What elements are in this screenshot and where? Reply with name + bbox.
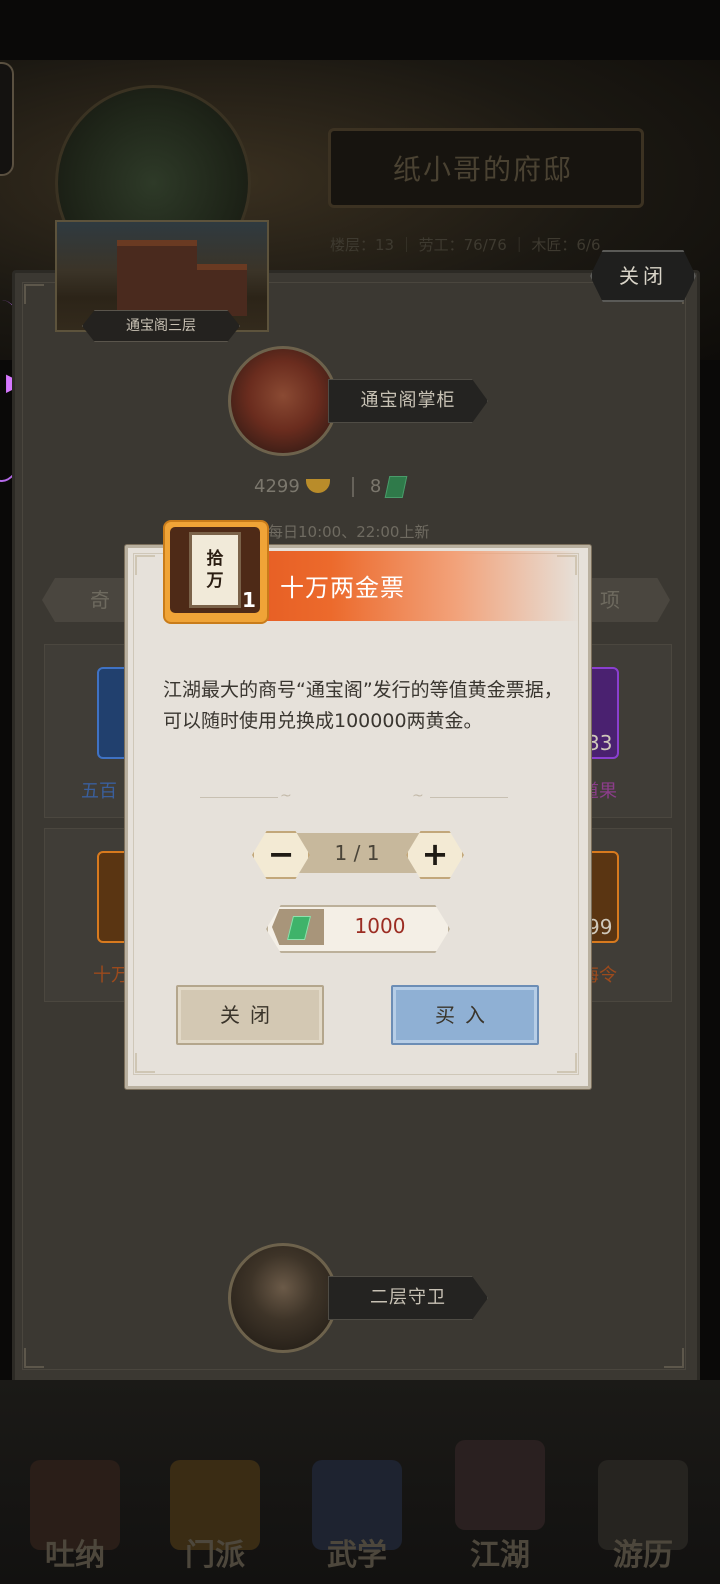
panel-corner-ornament <box>24 284 44 304</box>
gold-note-icon: 拾 万 <box>189 532 241 608</box>
divider-ornament-icon: ~ <box>412 788 424 804</box>
divider-ornament-icon: ~ <box>280 788 292 804</box>
jianghu-nav-icon[interactable] <box>455 1440 545 1530</box>
item-label: 五百 <box>81 781 117 802</box>
shopkeeper-name-tag: 通宝阁掌柜 <box>328 379 488 423</box>
nav-label-sect[interactable]: 门派 <box>160 1530 270 1574</box>
pavilion-wing-icon <box>197 264 247 316</box>
shopkeeper-avatar[interactable] <box>228 346 338 456</box>
nav-label-martial-arts[interactable]: 武学 <box>302 1530 412 1574</box>
gold-amount: 4299 <box>254 476 300 497</box>
note-glyph-top: 拾 <box>206 549 224 569</box>
divider-line <box>430 797 508 798</box>
note-glyph-bottom: 万 <box>206 571 224 591</box>
gold-ingot-icon <box>305 479 330 493</box>
guard-avatar[interactable] <box>228 1243 338 1353</box>
dialog-corner-ornament <box>135 555 155 575</box>
guard-name-tag: 二层守卫 <box>328 1276 488 1320</box>
dialog-title: 十万两金票 <box>280 574 405 602</box>
pavilion-building-icon <box>117 240 197 316</box>
jade-gem-icon <box>384 476 408 498</box>
item-label: 十万 <box>93 965 129 986</box>
currency-row: 4299 8 <box>254 476 411 504</box>
quantity-value: 1 / 1 <box>334 841 380 865</box>
divider-line <box>200 797 278 798</box>
nav-label-jianghu[interactable]: 江湖 <box>445 1530 555 1574</box>
buy-button[interactable]: 买入 <box>391 985 539 1045</box>
currency-separator <box>351 477 354 497</box>
side-drawer-handle[interactable] <box>0 62 14 176</box>
panel-close-button[interactable]: 关闭 <box>590 250 696 302</box>
price-value: 1000 <box>354 914 406 938</box>
refresh-note: 每日10:00、22:00上新 <box>268 523 430 541</box>
nav-label-breathing[interactable]: 吐纳 <box>20 1530 130 1574</box>
mansion-title: 纸小哥的府邸 <box>392 153 573 186</box>
nav-label-travel[interactable]: 游历 <box>588 1530 698 1574</box>
panel-corner-ornament <box>664 1348 684 1368</box>
tab-right[interactable]: 项 <box>586 578 670 622</box>
dialog-corner-ornament <box>135 1053 155 1073</box>
dialog-corner-ornament <box>557 1053 577 1073</box>
item-description: 江湖最大的商号“通宝阁”发行的等值黄金票据，可以随时使用兑换成100000两黄金… <box>163 679 563 732</box>
dialog-close-button[interactable]: 关闭 <box>176 985 324 1045</box>
jade-amount: 8 <box>369 476 382 497</box>
item-count: 1 <box>242 588 256 612</box>
panel-corner-ornament <box>24 1348 44 1368</box>
floor-label: 通宝阁三层 <box>82 310 240 342</box>
